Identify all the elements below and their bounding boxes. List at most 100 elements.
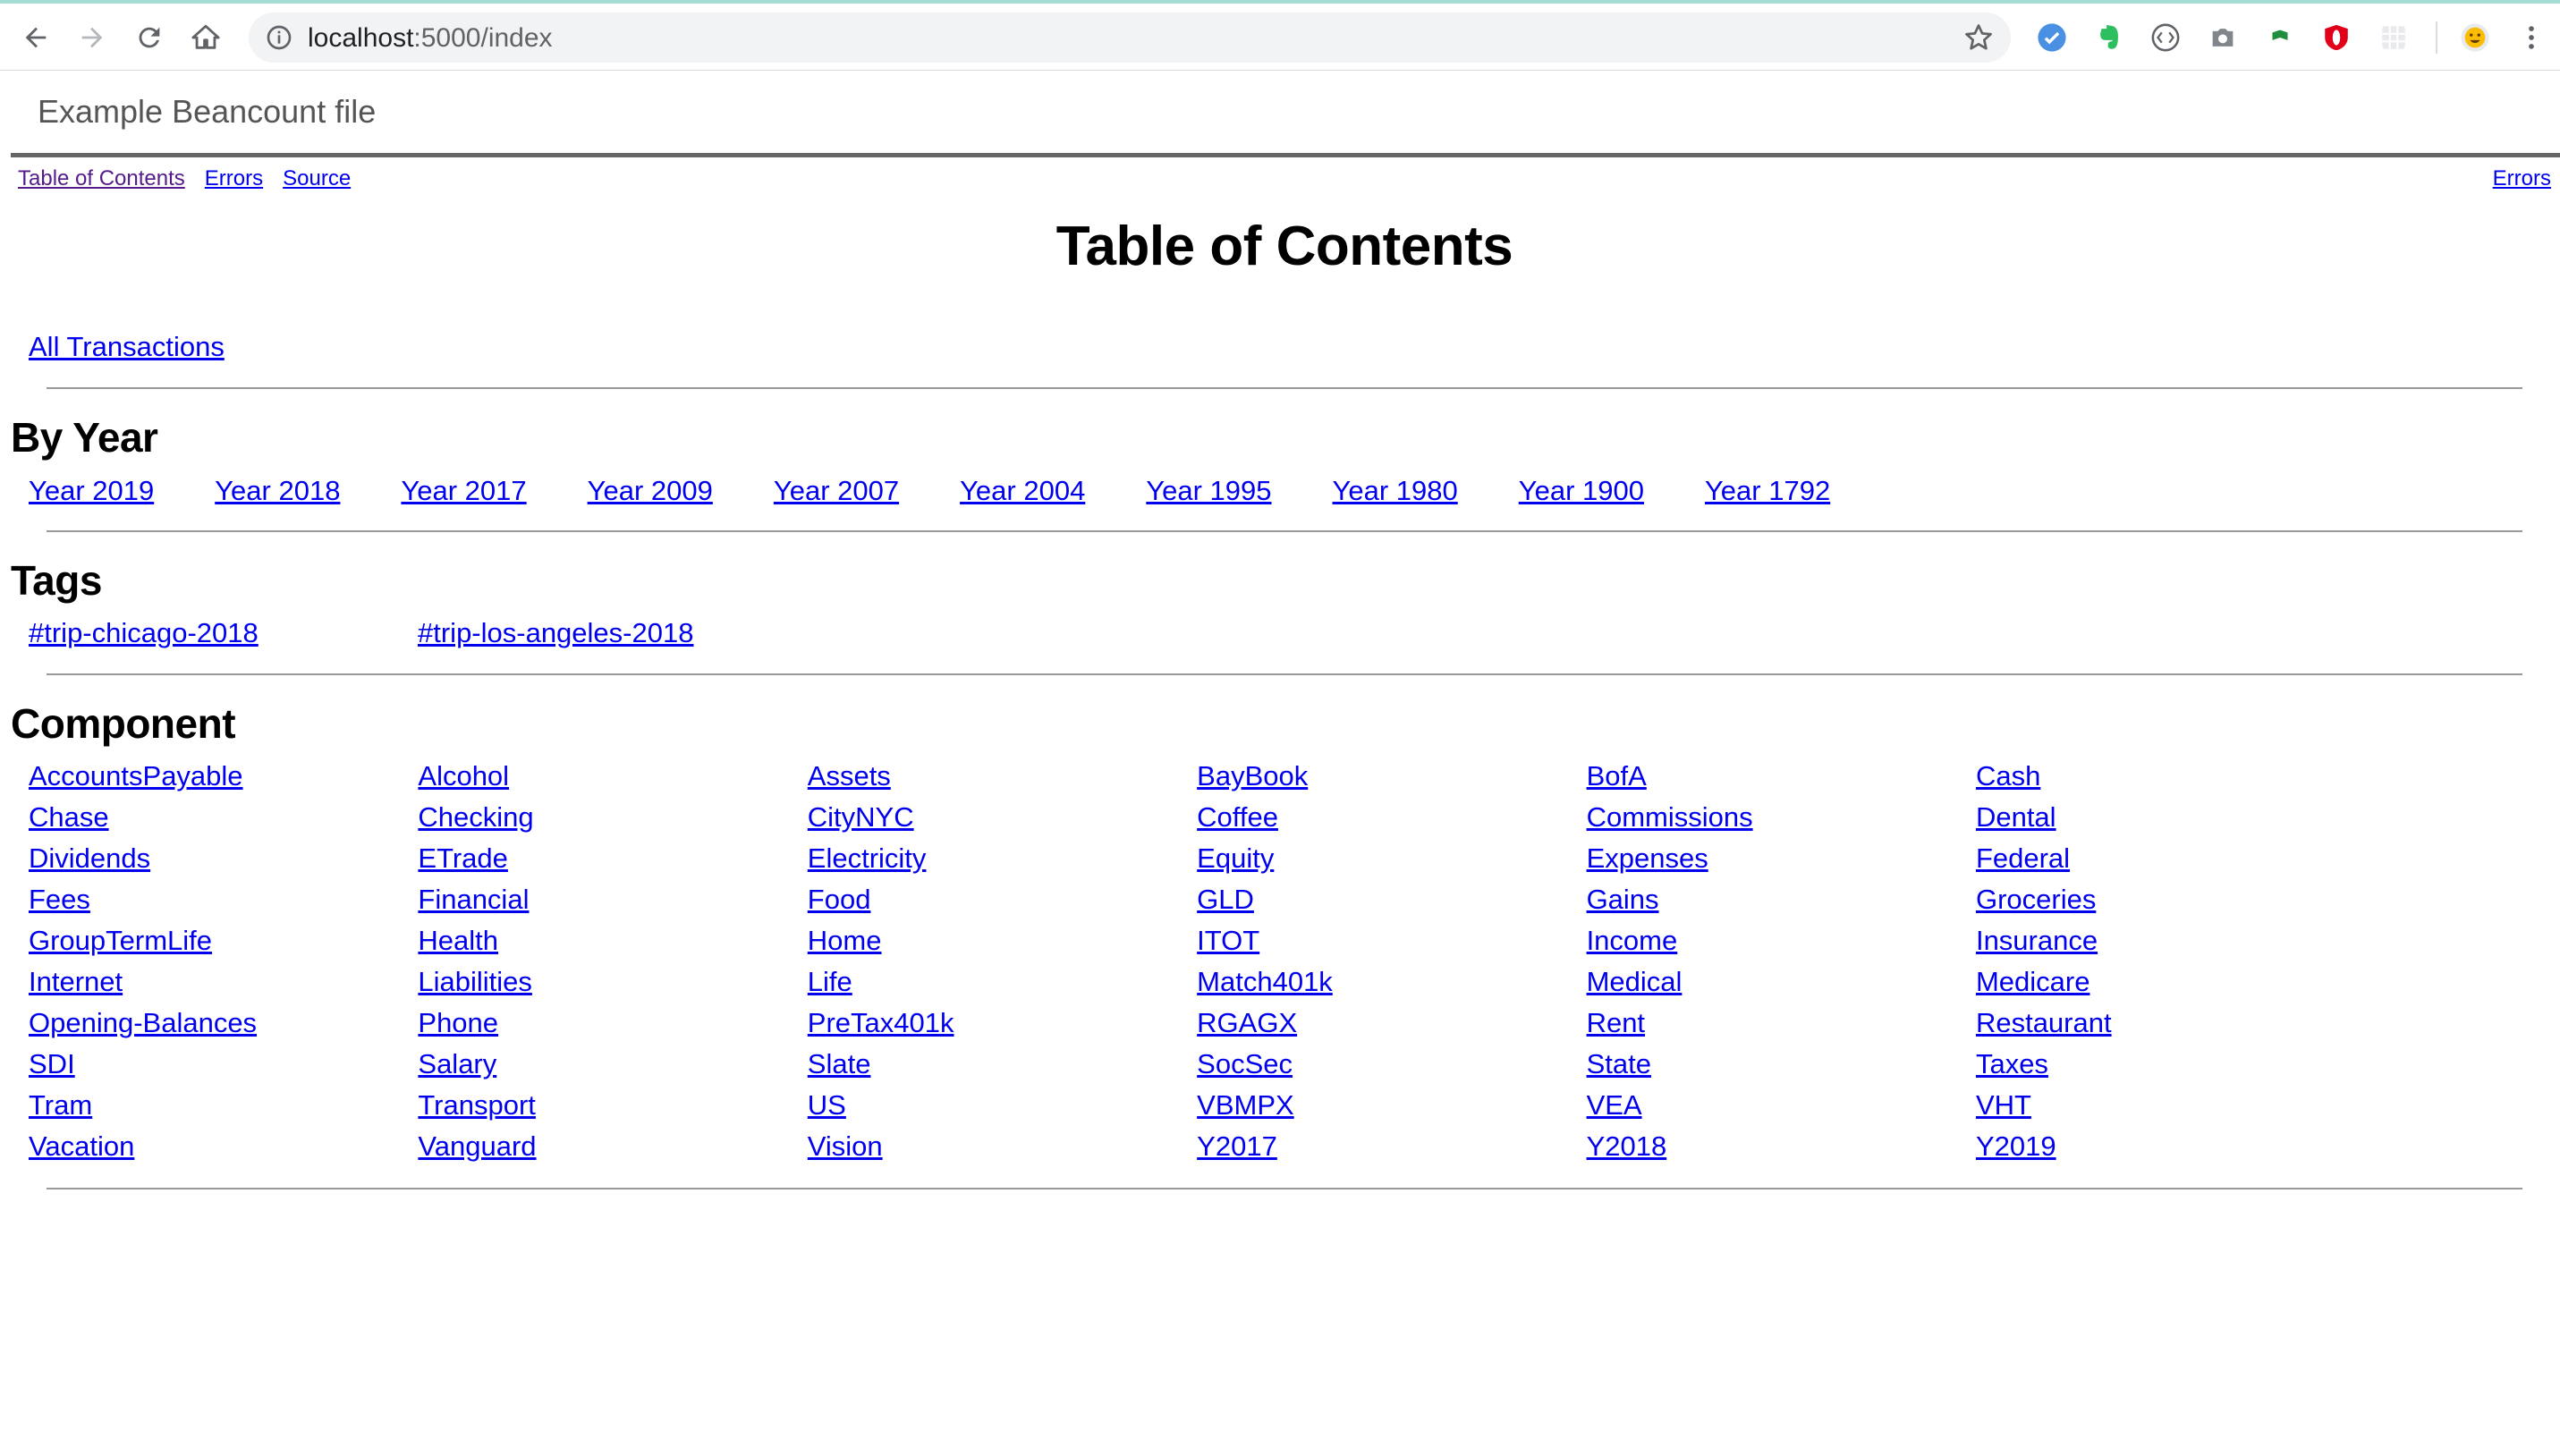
address-bar[interactable]: localhost:5000/index <box>249 13 2011 63</box>
nav-table-of-contents[interactable]: Table of Contents <box>18 166 185 190</box>
component-link[interactable]: SocSec <box>1197 1048 1586 1089</box>
component-link[interactable]: Phone <box>418 1007 807 1048</box>
component-link[interactable]: Y2018 <box>1587 1130 1976 1172</box>
component-link[interactable]: Y2017 <box>1197 1130 1586 1172</box>
component-link[interactable]: BofA <box>1587 760 1976 801</box>
code-extension-icon[interactable] <box>2149 21 2182 54</box>
component-link[interactable]: Electricity <box>808 842 1197 884</box>
component-link[interactable]: Cash <box>1976 760 2365 801</box>
component-link[interactable]: Vacation <box>29 1130 418 1172</box>
component-link[interactable]: Medicare <box>1976 966 2365 1007</box>
site-info-icon[interactable] <box>265 23 293 52</box>
component-link[interactable]: ITOT <box>1197 925 1586 966</box>
component-link[interactable]: CityNYC <box>808 801 1197 842</box>
url-text[interactable]: localhost:5000/index <box>308 23 553 54</box>
opera-shield-icon[interactable] <box>2320 21 2352 54</box>
year-link[interactable]: Year 1995 <box>1146 475 1271 507</box>
component-link[interactable]: RGAGX <box>1197 1007 1586 1048</box>
component-link[interactable]: GroupTermLife <box>29 925 418 966</box>
nav-source[interactable]: Source <box>283 166 351 190</box>
component-link[interactable]: Transport <box>418 1089 807 1130</box>
more-menu-icon[interactable] <box>2515 21 2547 54</box>
component-link[interactable]: Slate <box>808 1048 1197 1089</box>
flag-extension-icon[interactable] <box>2264 21 2296 54</box>
component-heading: Component <box>11 700 236 747</box>
component-link[interactable]: Internet <box>29 966 418 1007</box>
back-icon[interactable] <box>16 18 55 57</box>
year-link[interactable]: Year 2019 <box>29 475 154 507</box>
forward-icon[interactable] <box>72 18 112 57</box>
checkmark-extension-icon[interactable] <box>2036 21 2068 54</box>
year-link[interactable]: Year 1900 <box>1519 475 1644 507</box>
component-link[interactable]: State <box>1587 1048 1976 1089</box>
component-link[interactable]: Dividends <box>29 842 418 884</box>
year-link[interactable]: Year 2007 <box>774 475 899 507</box>
camera-icon[interactable] <box>2207 21 2239 54</box>
component-link[interactable]: Dental <box>1976 801 2365 842</box>
component-link[interactable]: GLD <box>1197 884 1586 925</box>
component-link[interactable]: Medical <box>1587 966 1976 1007</box>
component-link[interactable]: VEA <box>1587 1089 1976 1130</box>
home-icon[interactable] <box>186 18 225 57</box>
component-link[interactable]: Chase <box>29 801 418 842</box>
grid-extension-icon[interactable] <box>2378 21 2410 54</box>
year-link[interactable]: Year 2017 <box>401 475 526 507</box>
component-link[interactable]: Checking <box>418 801 807 842</box>
component-link[interactable]: Coffee <box>1197 801 1586 842</box>
component-link[interactable]: Life <box>808 966 1197 1007</box>
component-link[interactable]: Vision <box>808 1130 1197 1172</box>
nav-errors[interactable]: Errors <box>205 166 263 190</box>
component-link[interactable]: Commissions <box>1587 801 1976 842</box>
year-link[interactable]: Year 2009 <box>588 475 713 507</box>
component-link[interactable]: Assets <box>808 760 1197 801</box>
component-link[interactable]: Fees <box>29 884 418 925</box>
component-link[interactable]: Insurance <box>1976 925 2365 966</box>
reload-icon[interactable] <box>130 18 169 57</box>
component-grid: AccountsPayable Alcohol Assets BayBook BofA C… <box>29 760 2365 1172</box>
component-link[interactable]: US <box>808 1089 1197 1130</box>
component-link[interactable]: Gains <box>1587 884 1976 925</box>
component-link[interactable]: VBMPX <box>1197 1089 1586 1130</box>
component-link[interactable]: Home <box>808 925 1197 966</box>
component-link[interactable]: Groceries <box>1976 884 2365 925</box>
component-link[interactable]: Rent <box>1587 1007 1976 1048</box>
section-divider <box>47 387 2522 389</box>
component-link[interactable]: ETrade <box>418 842 807 884</box>
year-link[interactable]: Year 2004 <box>960 475 1085 507</box>
component-link[interactable]: SDI <box>29 1048 418 1089</box>
component-link[interactable]: Equity <box>1197 842 1586 884</box>
year-link[interactable]: Year 2018 <box>215 475 340 507</box>
component-link[interactable]: Liabilities <box>418 966 807 1007</box>
browser-toolbar: localhost:5000/index <box>0 0 2560 71</box>
component-link[interactable]: Vanguard <box>418 1130 807 1172</box>
year-link[interactable]: Year 1980 <box>1333 475 1458 507</box>
component-link[interactable]: Taxes <box>1976 1048 2365 1089</box>
component-link[interactable]: Tram <box>29 1089 418 1130</box>
nav-errors-right[interactable]: Errors <box>2493 166 2551 190</box>
evernote-icon[interactable] <box>2093 21 2125 54</box>
component-link[interactable]: Federal <box>1976 842 2365 884</box>
component-link[interactable]: Expenses <box>1587 842 1976 884</box>
component-link[interactable]: AccountsPayable <box>29 760 418 801</box>
component-link[interactable]: VHT <box>1976 1089 2365 1130</box>
tag-link[interactable]: #trip-chicago-2018 <box>29 617 259 649</box>
year-link[interactable]: Year 1792 <box>1705 475 1830 507</box>
component-link[interactable]: Health <box>418 925 807 966</box>
component-link[interactable]: Income <box>1587 925 1976 966</box>
component-link[interactable]: BayBook <box>1197 760 1586 801</box>
tag-link[interactable]: #trip-los-angeles-2018 <box>418 617 693 649</box>
profile-avatar-icon[interactable] <box>2459 21 2491 54</box>
component-link[interactable]: Y2019 <box>1976 1130 2365 1172</box>
all-transactions-link[interactable]: All Transactions <box>29 331 225 363</box>
component-link[interactable]: Restaurant <box>1976 1007 2365 1048</box>
component-link[interactable]: Opening-Balances <box>29 1007 418 1048</box>
top-nav: Table of Contents Errors Source <box>18 166 370 191</box>
component-link[interactable]: PreTax401k <box>808 1007 1197 1048</box>
component-link[interactable]: Food <box>808 884 1197 925</box>
component-link[interactable]: Alcohol <box>418 760 807 801</box>
component-link[interactable]: Financial <box>418 884 807 925</box>
page-title: Table of Contents <box>1055 216 1513 277</box>
component-link[interactable]: Salary <box>418 1048 807 1089</box>
bookmark-star-icon[interactable] <box>1962 21 1995 54</box>
component-link[interactable]: Match401k <box>1197 966 1586 1007</box>
